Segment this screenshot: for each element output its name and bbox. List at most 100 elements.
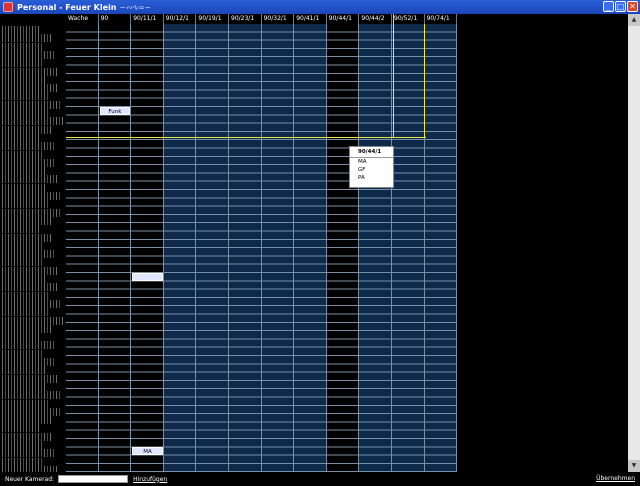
grid-column[interactable] <box>261 24 295 472</box>
menu-item-gf[interactable]: GF <box>350 166 393 174</box>
column-header: 90/19/1 <box>196 14 229 24</box>
member-name-redacted[interactable] <box>2 382 47 391</box>
member-name-redacted[interactable] <box>2 258 44 267</box>
member-name-redacted[interactable] <box>2 407 62 416</box>
column-header: Wache <box>66 14 99 24</box>
member-name-redacted[interactable] <box>2 67 57 76</box>
member-name-redacted[interactable] <box>2 26 40 34</box>
grid-column[interactable] <box>163 24 197 472</box>
member-name-redacted[interactable] <box>2 358 56 366</box>
member-name-redacted[interactable] <box>2 117 63 126</box>
member-name-redacted[interactable] <box>2 225 40 234</box>
column-header: 90/44/1 <box>327 14 360 24</box>
grid-column[interactable] <box>229 24 262 472</box>
member-name-redacted[interactable] <box>2 200 49 209</box>
column-header: 90/44/2 <box>359 14 392 24</box>
member-name-redacted[interactable] <box>2 366 45 375</box>
grid-column[interactable] <box>359 24 392 472</box>
scroll-up-icon[interactable]: ▲ <box>628 14 640 26</box>
grid-column[interactable] <box>326 24 360 472</box>
context-menu-title: 90/44/1 <box>350 147 393 158</box>
member-name-redacted[interactable] <box>2 84 59 93</box>
member-name-redacted[interactable] <box>2 299 61 308</box>
member-name-redacted[interactable] <box>2 432 53 441</box>
member-name-redacted[interactable] <box>2 316 63 325</box>
member-name-redacted[interactable] <box>2 250 55 259</box>
member-name-redacted[interactable] <box>2 208 62 217</box>
assignment-cell[interactable]: MA <box>132 447 163 456</box>
member-name-redacted[interactable] <box>2 291 48 300</box>
minimize-button[interactable]: _ <box>603 1 614 12</box>
member-name-redacted[interactable] <box>2 391 60 400</box>
member-name-redacted[interactable] <box>2 374 58 383</box>
highlight-row-line <box>66 137 426 138</box>
menu-item-pa[interactable]: PA <box>350 174 393 182</box>
member-name-redacted[interactable] <box>2 100 61 109</box>
column-header: 90/74/1 <box>425 14 458 24</box>
new-member-input[interactable] <box>58 475 129 483</box>
member-name-redacted[interactable] <box>2 457 44 466</box>
member-name-redacted[interactable] <box>2 142 54 151</box>
member-name-redacted[interactable] <box>2 233 53 242</box>
grid-column[interactable] <box>131 24 164 472</box>
member-name-redacted[interactable] <box>2 275 46 283</box>
grid-column[interactable] <box>66 24 99 472</box>
member-names-column <box>2 24 66 474</box>
grid-column[interactable] <box>294 24 327 472</box>
member-name-redacted[interactable] <box>2 92 48 101</box>
member-name-redacted[interactable] <box>2 50 55 59</box>
scroll-down-icon[interactable]: ▼ <box>628 460 640 472</box>
assignment-cell[interactable] <box>132 273 163 281</box>
assignment-grid: Wache 90 90/11/1 90/12/1 90/19/1 90/23/1 90/32… <box>66 14 458 472</box>
column-header: 90/12/1 <box>164 14 197 24</box>
member-name-redacted[interactable] <box>2 416 51 425</box>
member-name-redacted[interactable] <box>2 150 43 159</box>
title-bar: Personal - Feuer Klein ∼∾∿≈∽ _ □ ✕ <box>0 0 640 14</box>
close-button[interactable]: ✕ <box>627 1 638 12</box>
member-name-redacted[interactable] <box>2 167 45 176</box>
member-name-redacted[interactable] <box>2 75 46 84</box>
grid-column[interactable] <box>98 24 132 472</box>
member-name-redacted[interactable] <box>2 324 52 333</box>
member-name-redacted[interactable] <box>2 399 49 408</box>
member-name-redacted[interactable] <box>2 449 55 458</box>
footer-bar: Neuer Kamerad: Hinzufügen Übernehmen <box>0 472 640 486</box>
member-name-redacted[interactable] <box>2 283 59 292</box>
grid-column[interactable] <box>424 24 458 472</box>
menu-item-ma[interactable]: MA <box>350 158 393 166</box>
member-name-redacted[interactable] <box>2 183 47 192</box>
member-name-redacted[interactable] <box>2 308 50 317</box>
member-name-redacted[interactable] <box>2 266 57 275</box>
member-name-redacted[interactable] <box>2 125 52 134</box>
member-name-redacted[interactable] <box>2 175 58 184</box>
member-name-redacted[interactable] <box>2 59 44 68</box>
vertical-scrollbar[interactable]: ▲ ▼ <box>628 14 640 472</box>
context-menu: 90/44/1 MA GF PA <box>349 146 394 188</box>
column-header: 90 <box>99 14 132 24</box>
window-title-extra: ∼∾∿≈∽ <box>119 2 151 12</box>
assignment-cell[interactable]: Funk <box>99 107 131 115</box>
highlight-column-box <box>393 14 425 138</box>
member-name-redacted[interactable] <box>2 424 40 433</box>
member-name-redacted[interactable] <box>2 333 41 342</box>
window-title: Personal - Feuer Klein <box>17 2 117 12</box>
member-name-redacted[interactable] <box>2 158 56 167</box>
member-name-redacted[interactable] <box>2 341 54 350</box>
column-header: 90/23/1 <box>229 14 262 24</box>
main-area: Wache 90 90/11/1 90/12/1 90/19/1 90/23/1 90/32… <box>0 14 628 474</box>
member-name-redacted[interactable] <box>2 34 53 43</box>
member-name-redacted[interactable] <box>2 133 41 142</box>
grid-column[interactable] <box>196 24 229 472</box>
member-name-redacted[interactable] <box>2 109 50 117</box>
member-name-redacted[interactable] <box>2 349 43 358</box>
member-name-redacted[interactable] <box>2 241 42 250</box>
add-button[interactable]: Hinzufügen <box>133 476 167 483</box>
member-name-redacted[interactable] <box>2 216 51 225</box>
member-name-redacted[interactable] <box>2 441 42 449</box>
app-icon <box>3 2 13 12</box>
column-header: 90/41/1 <box>294 14 327 24</box>
member-name-redacted[interactable] <box>2 42 42 51</box>
apply-button[interactable]: Übernehmen <box>596 475 635 482</box>
maximize-button[interactable]: □ <box>615 1 626 12</box>
member-name-redacted[interactable] <box>2 192 60 200</box>
